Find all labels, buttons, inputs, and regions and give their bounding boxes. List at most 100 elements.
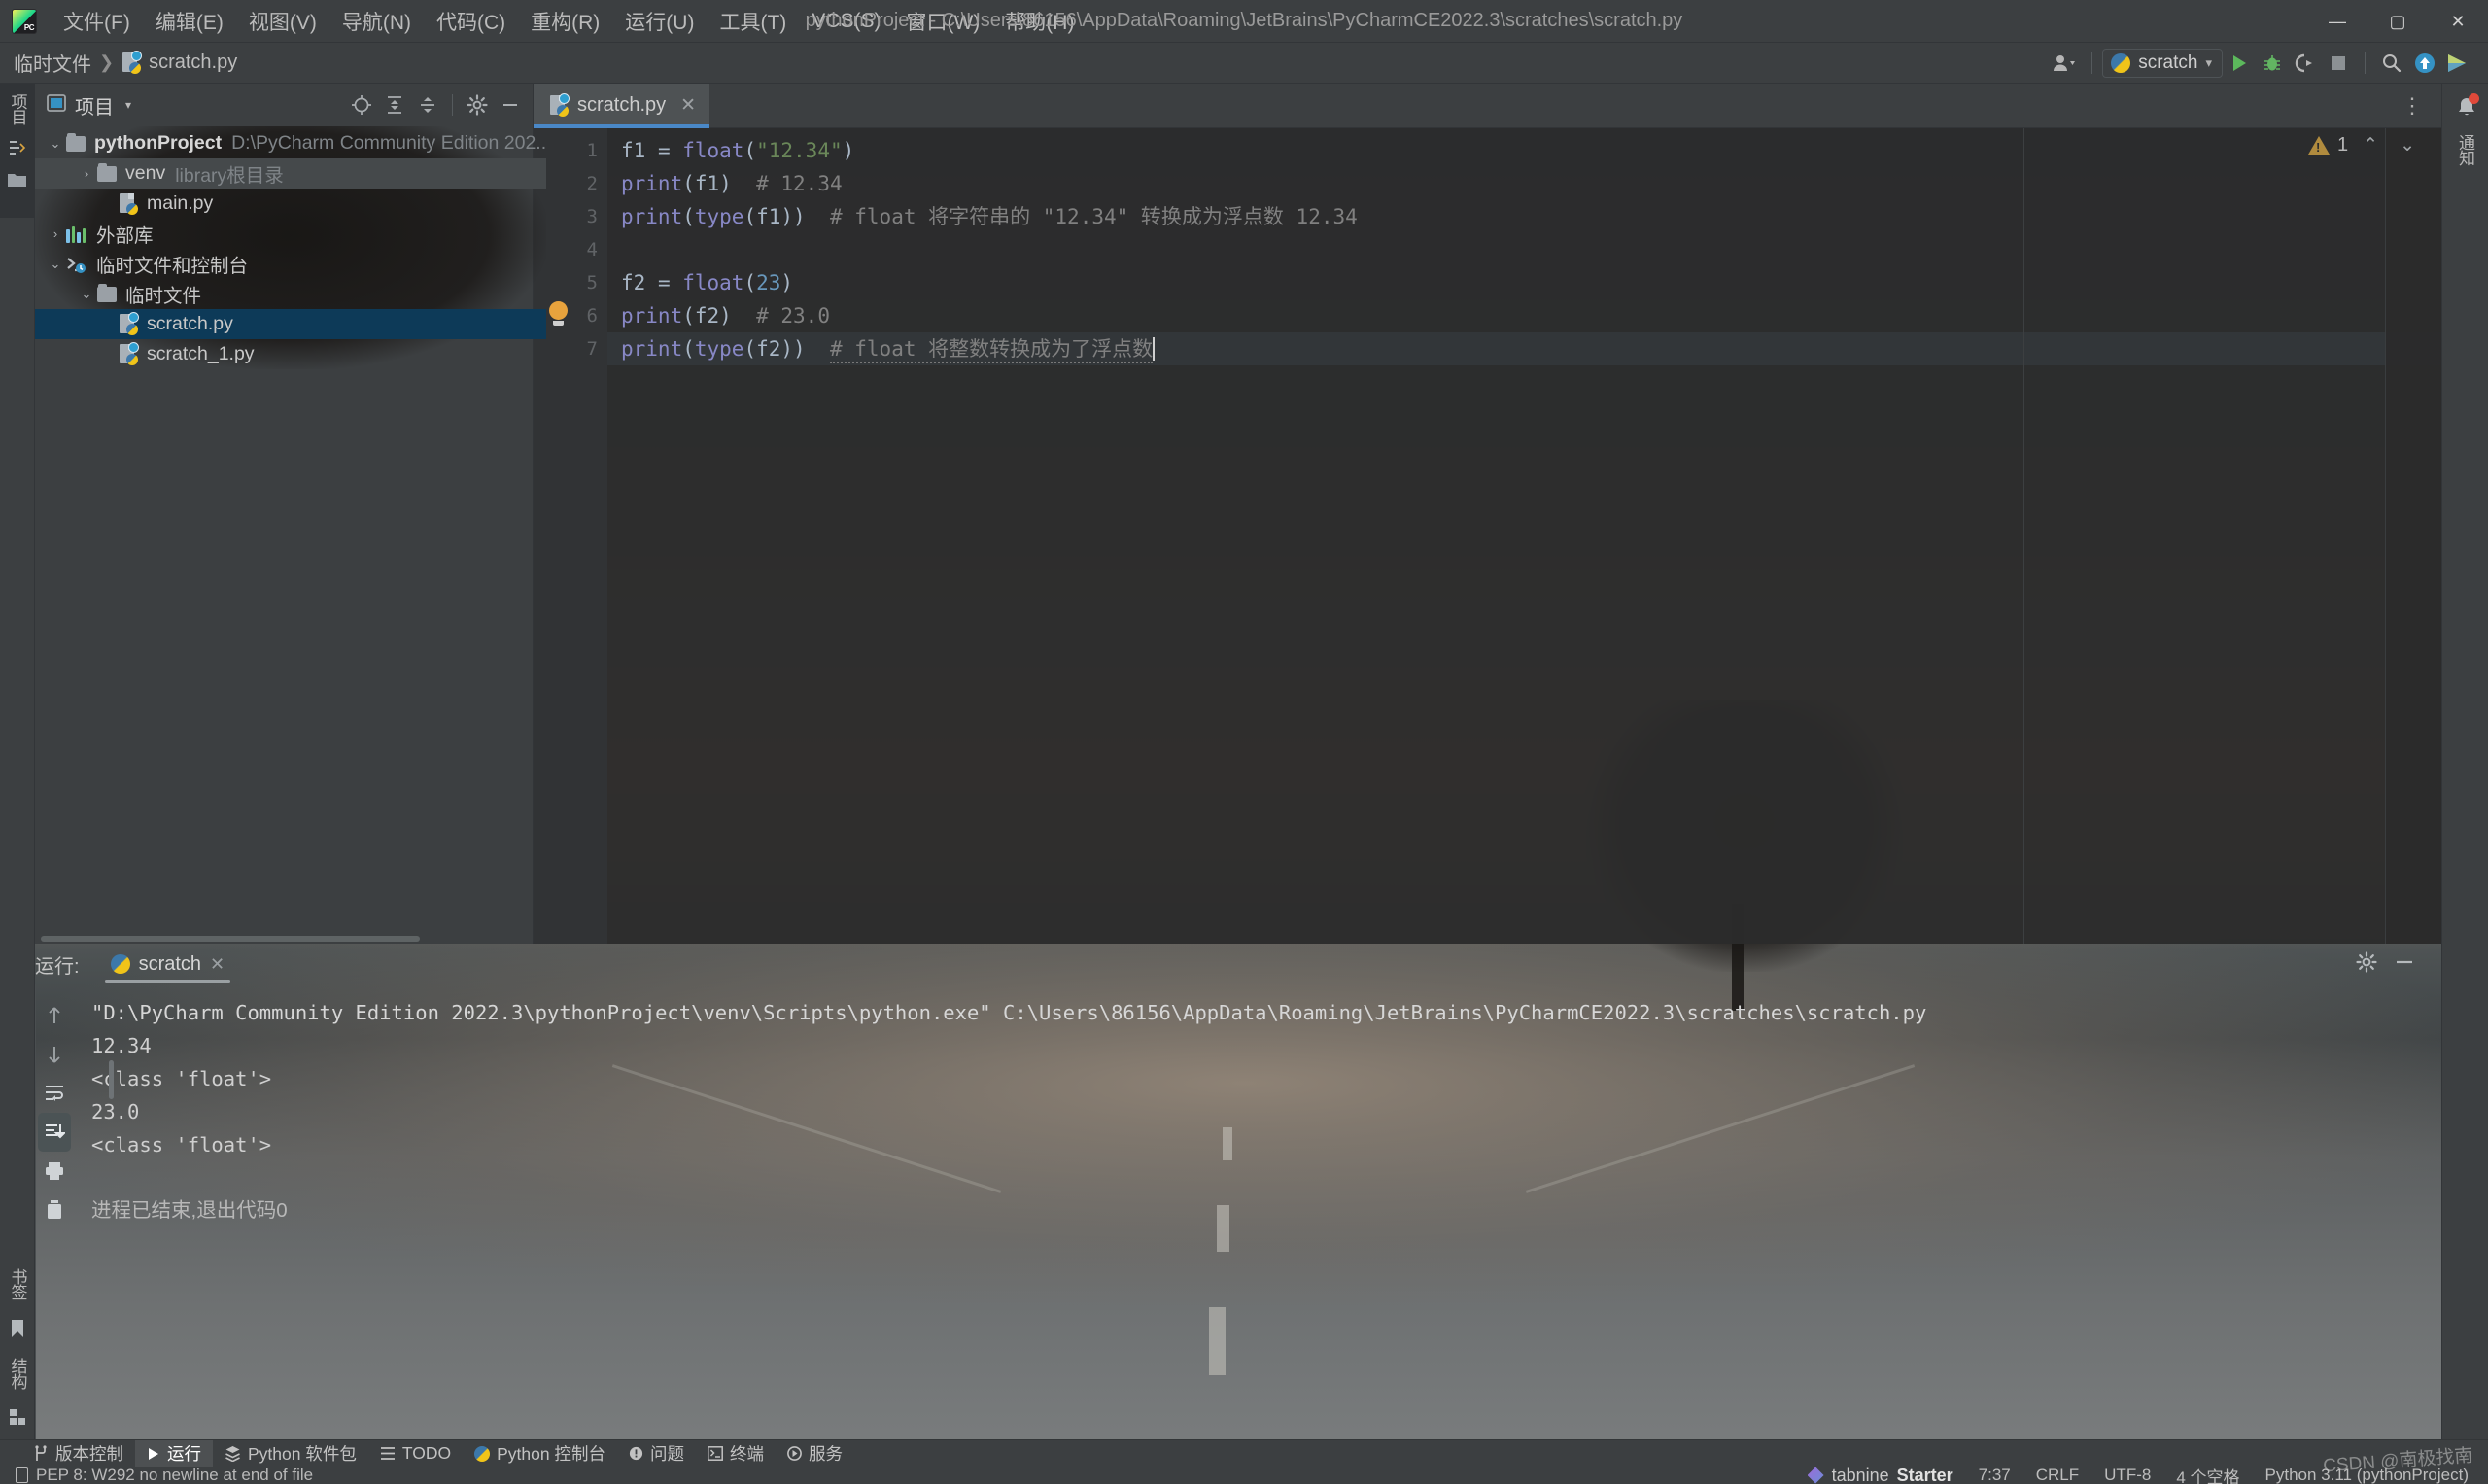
run-button[interactable]: [2223, 49, 2256, 78]
editor-options-icon[interactable]: ⋮: [2384, 93, 2441, 119]
previous-occurrence-button[interactable]: [38, 996, 71, 1035]
tree-row-venv[interactable]: › venv library根目录: [35, 158, 547, 189]
file-encoding[interactable]: UTF-8: [2104, 1466, 2151, 1484]
toolwindow-services[interactable]: 服务: [776, 1440, 854, 1467]
chevron-right-icon[interactable]: ›: [45, 226, 66, 241]
expand-all-icon[interactable]: [380, 91, 409, 119]
toolwindow-problems[interactable]: 问题: [617, 1440, 696, 1467]
caret-position[interactable]: 7:37: [1979, 1466, 2011, 1484]
code-text[interactable]: f1 = float("12.34") print(f1) # 12.34 prin…: [607, 128, 2441, 944]
hide-panel-icon[interactable]: [2393, 951, 2416, 978]
tabnine-widget[interactable]: tabnine Starter: [1807, 1466, 1953, 1484]
tab-scratch-py[interactable]: scratch.py ✕: [534, 83, 710, 128]
inspection-status[interactable]: 1 ⌃ ⌄: [2308, 134, 2422, 156]
strip-label-notifications[interactable]: 通知: [2453, 134, 2477, 165]
update-project-button[interactable]: [2408, 49, 2441, 78]
folder-icon[interactable]: [7, 171, 28, 189]
strip-label-structure[interactable]: 结构: [6, 1358, 30, 1389]
toolwindow-version-control[interactable]: 版本控制: [21, 1440, 135, 1467]
menu-navigate[interactable]: 导航(N): [329, 0, 424, 42]
code-line[interactable]: print(type(f1)) # float 将字符串的 "12.34" 转换…: [607, 200, 2441, 233]
tree-row-external-libraries[interactable]: › 外部库: [35, 219, 546, 249]
collapse-all-icon[interactable]: [413, 91, 442, 119]
chevron-down-icon[interactable]: ⌄: [45, 257, 66, 272]
toolwindow-python-packages[interactable]: Python 软件包: [213, 1440, 368, 1467]
run-tab-scratch[interactable]: scratch ✕: [101, 944, 235, 984]
console-output[interactable]: "D:\PyCharm Community Edition 2022.3\pyt…: [72, 984, 2441, 1448]
breadcrumb-item-scratches[interactable]: 临时文件: [14, 49, 91, 77]
scroll-to-end-button[interactable]: [37, 1113, 71, 1152]
close-button[interactable]: ✕: [2428, 0, 2488, 43]
run-configuration-selector[interactable]: scratch ▾: [2102, 49, 2223, 78]
bookmark-icon[interactable]: [9, 1319, 26, 1338]
toolwindow-terminal[interactable]: 终端: [696, 1440, 776, 1467]
code-editor[interactable]: 1 2 3 4 5 6 7 f1 = float("12.34") print(f…: [534, 128, 2441, 944]
strip-label-bookmarks[interactable]: 书签: [6, 1268, 30, 1299]
chevron-down-icon[interactable]: ⌄: [76, 287, 97, 302]
indent-setting[interactable]: 4 个空格: [2176, 1464, 2239, 1484]
menu-code[interactable]: 代码(C): [424, 0, 518, 42]
code-line[interactable]: print(f2) # 23.0: [607, 299, 2441, 332]
menu-vcs[interactable]: VCS(S): [799, 0, 893, 42]
close-icon[interactable]: ✕: [210, 954, 225, 975]
toolwindow-python-console[interactable]: Python 控制台: [463, 1440, 617, 1467]
menu-help[interactable]: 帮助(H): [992, 0, 1087, 42]
search-everywhere-button[interactable]: [2375, 49, 2408, 78]
code-line[interactable]: [607, 233, 2441, 266]
line-separator[interactable]: CRLF: [2036, 1466, 2079, 1484]
gear-icon[interactable]: [2356, 950, 2377, 978]
clear-all-button[interactable]: [38, 1191, 71, 1229]
menu-edit[interactable]: 编辑(E): [143, 0, 236, 42]
ide-assistant-button[interactable]: [2441, 49, 2474, 78]
project-panel-hscrollbar[interactable]: [35, 933, 534, 944]
tree-row-scratches-and-consoles[interactable]: ⌄ 临时文件和控制台: [35, 249, 546, 279]
gear-icon[interactable]: [463, 91, 492, 119]
chevron-down-icon[interactable]: ▾: [125, 98, 131, 112]
code-line[interactable]: f1 = float("12.34"): [607, 134, 2441, 167]
intention-bulb-icon[interactable]: [549, 301, 568, 326]
menu-view[interactable]: 视图(V): [236, 0, 329, 42]
close-icon[interactable]: ✕: [680, 94, 696, 117]
code-line[interactable]: f2 = float(23): [607, 266, 2441, 299]
tree-row-pythonProject[interactable]: ⌄ pythonProject D:\PyCharm Community Edi…: [35, 128, 547, 158]
console-scrollbar-thumb[interactable]: [109, 1060, 114, 1099]
menu-refactor[interactable]: 重构(R): [518, 0, 612, 42]
strip-label-project[interactable]: 项目: [6, 93, 30, 124]
chevron-right-icon[interactable]: ›: [76, 166, 97, 181]
tree-row-scratch-1-py[interactable]: scratch_1.py: [35, 339, 546, 369]
hide-panel-icon[interactable]: [496, 91, 525, 119]
code-line[interactable]: print(f1) # 12.34: [607, 167, 2441, 200]
menu-tools[interactable]: 工具(T): [707, 0, 799, 42]
inspection-gutter[interactable]: [2385, 128, 2441, 944]
stop-button[interactable]: [2322, 49, 2355, 78]
run-with-coverage-button[interactable]: [2289, 49, 2322, 78]
tree-row-scratches[interactable]: ⌄ 临时文件: [35, 279, 546, 309]
toolbar-separator: [2365, 52, 2366, 74]
debug-button[interactable]: [2256, 49, 2289, 78]
notifications-bell-icon[interactable]: [2455, 93, 2479, 119]
tree-row-scratch-py[interactable]: scratch.py: [35, 309, 547, 339]
chevron-down-icon[interactable]: ⌄: [45, 136, 66, 152]
print-button[interactable]: [38, 1152, 71, 1191]
code-token: =: [657, 139, 683, 162]
tree-row-main-py[interactable]: main.py: [35, 189, 546, 219]
maximize-button[interactable]: ▢: [2367, 0, 2428, 43]
locate-icon[interactable]: [347, 91, 376, 119]
toolwindow-run[interactable]: 运行: [135, 1439, 213, 1467]
previous-problem-icon[interactable]: ⌃: [2356, 134, 2385, 156]
minimize-button[interactable]: —: [2307, 0, 2367, 43]
breadcrumb-item-file[interactable]: scratch.py: [121, 50, 237, 74]
toolwindow-todo[interactable]: TODO: [368, 1440, 463, 1467]
user-account-icon[interactable]: [2049, 49, 2082, 78]
chevron-down-icon: ▾: [2205, 55, 2212, 70]
code-line[interactable]: print(type(f2)) # float 将整数转换成为了浮点数: [607, 332, 2441, 365]
next-problem-icon[interactable]: ⌄: [2393, 134, 2422, 156]
soft-wrap-button[interactable]: [38, 1074, 71, 1113]
structure-icon[interactable]: [8, 138, 27, 157]
next-occurrence-button[interactable]: [38, 1035, 71, 1074]
menu-run[interactable]: 运行(U): [612, 0, 707, 42]
scrollbar-thumb[interactable]: [41, 936, 420, 942]
menu-window[interactable]: 窗口(W): [893, 0, 992, 42]
menu-file[interactable]: 文件(F): [51, 0, 143, 42]
structure-grid-icon[interactable]: [9, 1408, 26, 1426]
